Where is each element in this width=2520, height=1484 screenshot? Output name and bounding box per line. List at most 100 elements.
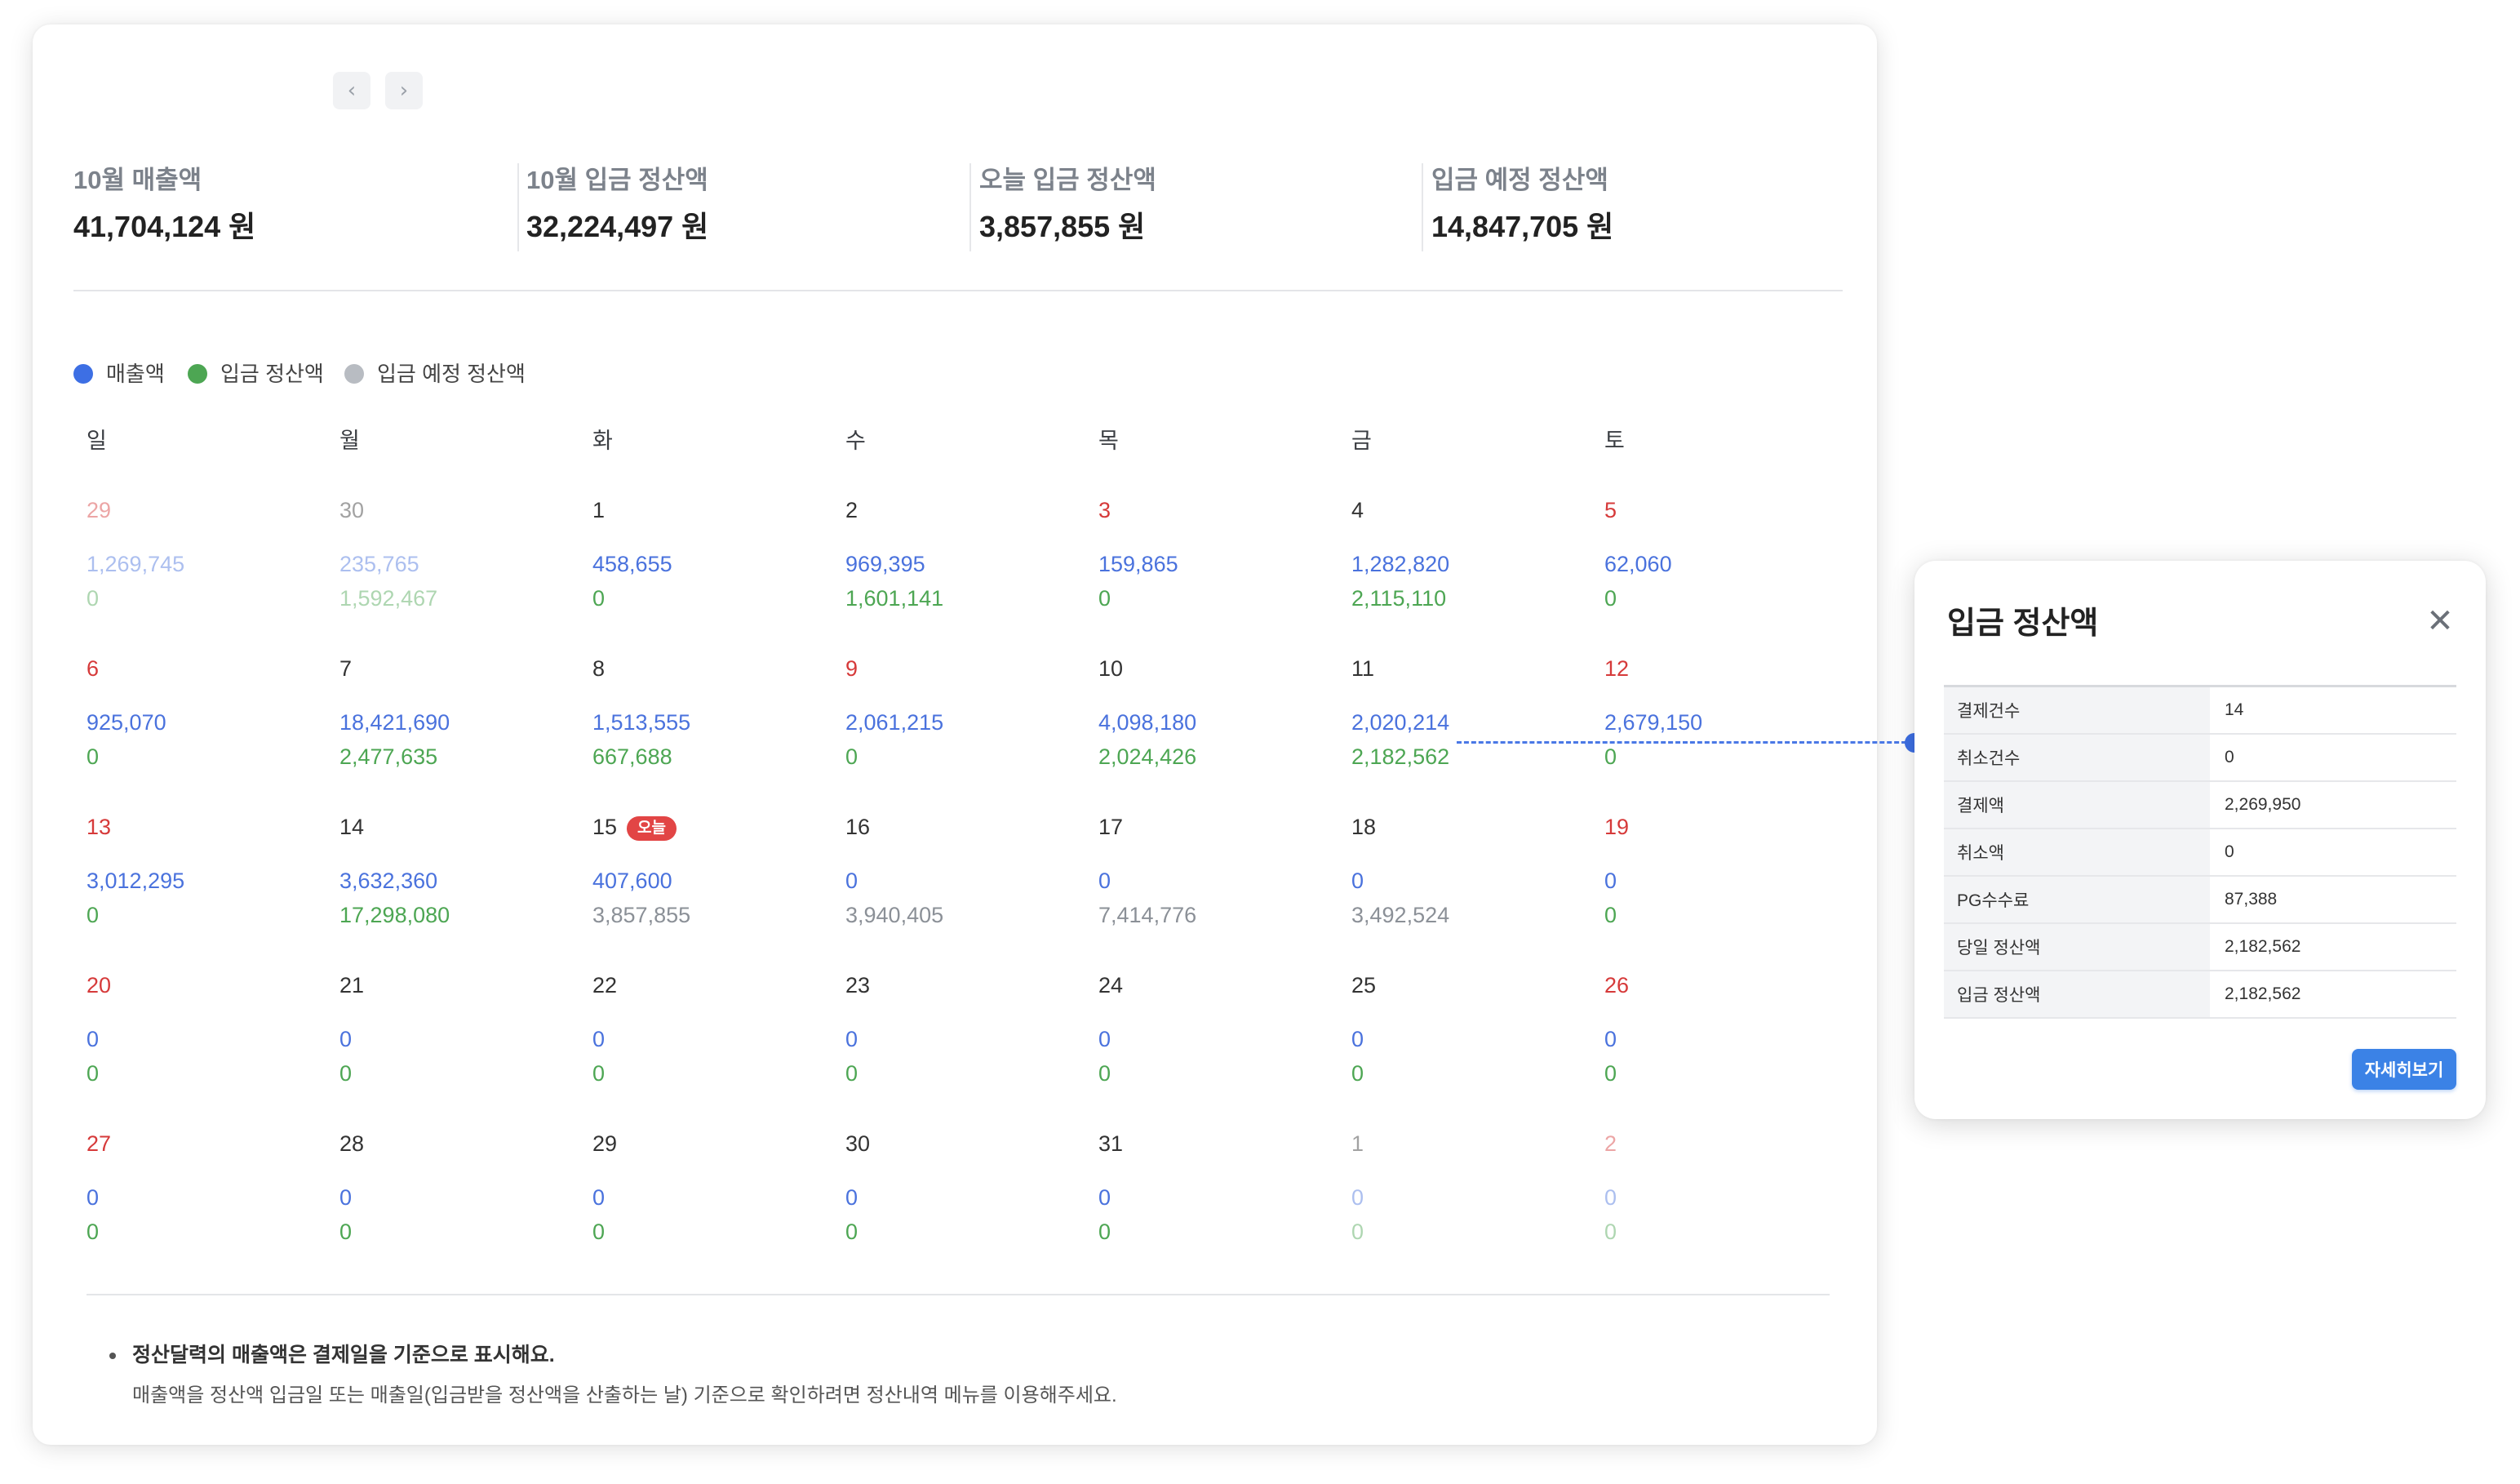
summary-value: 32,224,497 원: [526, 210, 709, 243]
calendar-day-number: 6: [87, 653, 99, 684]
popup-row: 결제건수 14: [1944, 685, 2456, 735]
calendar-deposit-amount: 2,115,110: [1351, 586, 1447, 611]
calendar-sales-amount: 18,421,690: [339, 710, 450, 735]
divider: [73, 290, 1843, 291]
calendar-sales-amount: 0: [845, 869, 858, 893]
calendar-deposit-amount: 0: [1604, 586, 1617, 611]
day-number: 8: [592, 656, 606, 681]
calendar-sales-amount: 235,765: [339, 552, 419, 576]
day-number: 3: [1098, 498, 1111, 522]
calendar-day-number: 16: [845, 811, 870, 842]
calendar-deposit-amount: 0: [845, 1220, 858, 1244]
calendar-day-number: 23: [845, 970, 870, 1001]
summary-monthly-deposit: 10월 입금 정산액 32,224,497 원: [526, 163, 951, 247]
summary-label: 입금 예정 정산액: [1431, 166, 1608, 194]
day-number: 27: [87, 1131, 112, 1156]
calendar-deposit-amount: 2,182,562: [1351, 744, 1450, 769]
popup-row-value: 2,182,562: [2210, 971, 2456, 1019]
prev-month-button[interactable]: ‹: [333, 72, 370, 109]
calendar-day-number: 9: [845, 653, 858, 684]
day-number: 16: [845, 815, 871, 839]
calendar-sales-amount: 4,098,180: [1098, 710, 1197, 735]
calendar-day-number: 21: [339, 970, 364, 1001]
summary-value: 14,847,705 원: [1431, 210, 1614, 243]
weekday-header: 월: [339, 429, 360, 453]
popup-row-key: 취소액: [1944, 829, 2210, 877]
notice-main-text: 정산달력의 매출액은 결제일을 기준으로 표시해요.: [132, 1344, 555, 1366]
legend-label: 입금 예정 정산액: [377, 362, 526, 386]
calendar-day-number: 24: [1098, 970, 1123, 1001]
popup-row: 결제액 2,269,950: [1944, 781, 2456, 829]
popup-row-key: PG수수료: [1944, 876, 2210, 924]
popup-row: PG수수료 87,388: [1944, 876, 2456, 924]
calendar-sales-amount: 0: [592, 1027, 606, 1051]
day-number: 21: [339, 973, 365, 997]
popup-row-key: 입금 정산액: [1944, 971, 2210, 1019]
calendar-day-number: 29: [592, 1128, 617, 1159]
close-icon[interactable]: ✕: [2420, 602, 2460, 641]
calendar-day-number: 15 오늘: [592, 811, 677, 842]
calendar-sales-amount: 0: [845, 1027, 858, 1051]
calendar-sales-amount: 0: [87, 1027, 100, 1051]
calendar-day-number: 7: [339, 653, 352, 684]
calendar-deposit-amount: 0: [87, 744, 100, 769]
blue-dot-icon: [73, 364, 93, 384]
day-number: 30: [845, 1131, 871, 1156]
calendar-deposit-amount: 0: [1604, 744, 1617, 769]
legend-item-sales: 매출액: [73, 358, 165, 390]
calendar-sales-amount: 2,020,214: [1351, 710, 1450, 735]
calendar-sales-amount: 0: [592, 1185, 606, 1210]
calendar-sales-amount: 0: [1098, 1185, 1111, 1210]
calendar-deposit-amount: 17,298,080: [339, 903, 450, 927]
calendar-deposit-amount: 0: [845, 744, 858, 769]
calendar-deposit-amount: 3,940,405: [845, 903, 944, 927]
calendar-day-number: 3: [1098, 495, 1111, 526]
summary-scheduled-deposit: 입금 예정 정산액 14,847,705 원: [1431, 163, 1856, 247]
calendar-sales-amount: 0: [87, 1185, 100, 1210]
summary-label: 오늘 입금 정산액: [979, 166, 1156, 194]
calendar-sales-amount: 458,655: [592, 552, 672, 576]
day-number: 12: [1604, 656, 1630, 681]
calendar-day-number: 1: [592, 495, 605, 526]
calendar-deposit-amount: 3,857,855: [592, 903, 691, 927]
day-number: 20: [87, 973, 112, 997]
popup-row-value: 0: [2210, 829, 2456, 877]
day-number: 14: [339, 815, 365, 839]
today-badge: 오늘: [627, 816, 677, 841]
green-dot-icon: [188, 364, 207, 384]
weekday-header: 수: [845, 429, 866, 453]
day-number: 28: [339, 1131, 365, 1156]
calendar-deposit-amount: 0: [339, 1220, 353, 1244]
summary-divider: [1422, 163, 1423, 251]
calendar-sales-amount: 1,513,555: [592, 710, 691, 735]
calendar-sales-amount: 62,060: [1604, 552, 1672, 576]
day-number: 24: [1098, 973, 1124, 997]
legend-item-scheduled: 입금 예정 정산액: [344, 358, 526, 390]
calendar-day-number: 30: [339, 495, 364, 526]
calendar-deposit-amount: 0: [592, 1061, 606, 1086]
calendar-day-number: 14: [339, 811, 364, 842]
day-number: 30: [339, 498, 365, 522]
day-number: 10: [1098, 656, 1124, 681]
summary-label: 10월 매출액: [73, 166, 202, 194]
calendar-deposit-amount: 0: [1604, 1220, 1617, 1244]
calendar-day-number: 2: [1604, 1128, 1617, 1159]
popup-row-key: 취소건수: [1944, 734, 2210, 782]
day-number: 7: [339, 656, 353, 681]
calendar-day-number: 8: [592, 653, 605, 684]
weekday-header: 일: [87, 429, 107, 453]
calendar-sales-amount: 0: [1604, 1027, 1617, 1051]
day-number: 15: [592, 815, 618, 839]
calendar-deposit-amount: 0: [592, 1220, 606, 1244]
calendar-deposit-amount: 0: [1098, 586, 1111, 611]
calendar-day-number: 12: [1604, 653, 1629, 684]
calendar-day-number: 26: [1604, 970, 1629, 1001]
next-month-button[interactable]: ›: [385, 72, 423, 109]
calendar-deposit-amount: 0: [87, 586, 100, 611]
calendar-deposit-amount: 0: [87, 1061, 100, 1086]
popup-row-key: 당일 정산액: [1944, 923, 2210, 971]
day-number: 4: [1351, 498, 1364, 522]
weekday-header: 화: [592, 429, 613, 453]
view-details-button[interactable]: 자세히보기: [2352, 1049, 2456, 1090]
calendar-day-number: 22: [592, 970, 617, 1001]
